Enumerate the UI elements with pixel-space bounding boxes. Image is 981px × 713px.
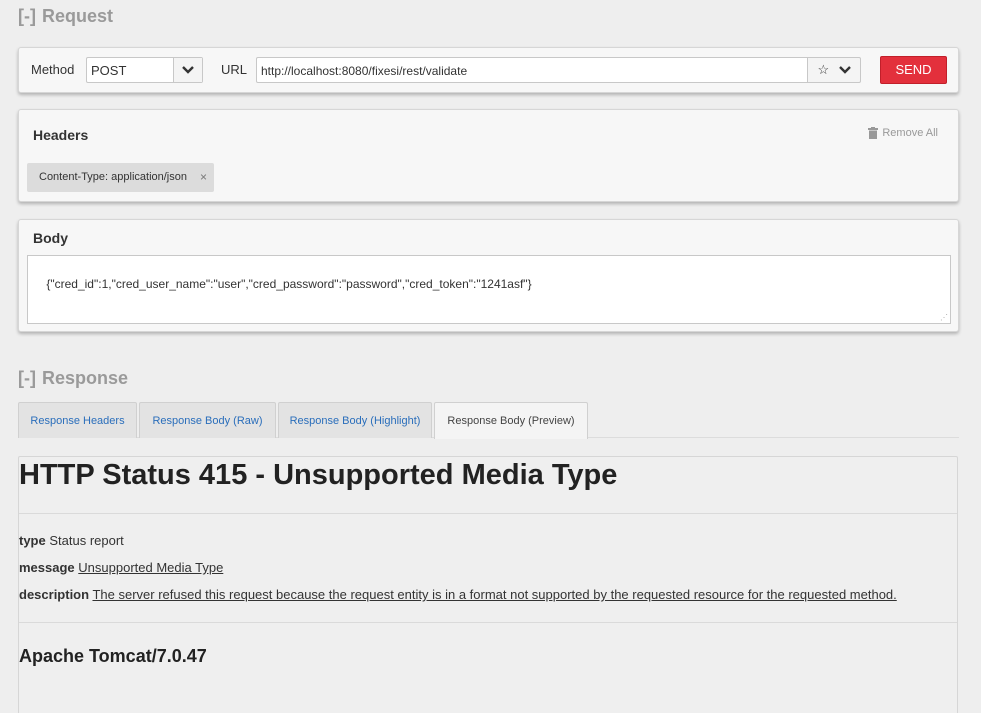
tab-response-body-preview[interactable]: Response Body (Preview)	[434, 402, 588, 439]
body-title: Body	[33, 230, 68, 246]
request-toggle[interactable]: [-]	[18, 6, 36, 26]
method-value: POST	[91, 63, 127, 78]
method-dropdown-button[interactable]	[173, 58, 202, 82]
description-label: description	[19, 587, 90, 602]
method-select[interactable]: POST	[86, 57, 203, 83]
description-value: The server refused this request because …	[92, 587, 897, 602]
method-label: Method	[31, 62, 75, 77]
message-value: Unsupported Media Type	[78, 560, 224, 575]
star-icon[interactable]: ☆	[817, 62, 829, 78]
body-textarea[interactable]: {"cred_id":1,"cred_user_name":"user","cr…	[27, 255, 951, 324]
tab-response-headers[interactable]: Response Headers	[18, 402, 137, 438]
type-value: Status report	[49, 533, 124, 548]
tab-response-body-raw[interactable]: Response Body (Raw)	[139, 402, 276, 438]
request-panel: Method POST URL http://localhost:8080/fi…	[18, 47, 959, 93]
remove-all-label: Remove All	[882, 127, 938, 139]
header-chip[interactable]: Content-Type: application/json ×	[27, 163, 214, 192]
chevron-down-icon[interactable]	[838, 66, 851, 74]
description-row: description The server refused this requ…	[19, 587, 897, 602]
send-button[interactable]: SEND	[880, 56, 947, 84]
resize-grip-icon[interactable]: ⋰	[940, 313, 948, 322]
type-label: type	[19, 533, 46, 548]
chevron-down-icon	[182, 66, 194, 74]
response-toggle[interactable]: [-]	[18, 368, 36, 388]
url-actions: ☆	[807, 57, 861, 83]
message-label: message	[19, 560, 75, 575]
response-tabs: Response Headers Response Body (Raw) Res…	[18, 402, 959, 439]
request-title-label: Request	[41, 6, 113, 26]
server-footer: Apache Tomcat/7.0.47	[19, 646, 207, 666]
body-content: {"cred_id":1,"cred_user_name":"user","cr…	[46, 277, 532, 291]
preview-heading: HTTP Status 415 - Unsupported Media Type	[19, 459, 618, 491]
header-chip-text: Content-Type: application/json	[39, 171, 187, 183]
url-input[interactable]: http://localhost:8080/fixesi/rest/valida…	[256, 57, 808, 83]
remove-all-button[interactable]: Remove All	[868, 127, 938, 139]
response-preview: HTTP Status 415 - Unsupported Media Type…	[18, 456, 958, 713]
response-section-title[interactable]: [-] Response	[18, 368, 128, 389]
close-icon[interactable]: ×	[200, 170, 207, 184]
tab-response-body-highlight[interactable]: Response Body (Highlight)	[278, 402, 432, 438]
headers-title: Headers	[33, 127, 89, 143]
type-row: type Status report	[19, 533, 124, 548]
body-panel: Body {"cred_id":1,"cred_user_name":"user…	[18, 219, 959, 332]
url-label: URL	[221, 62, 248, 77]
headers-panel: Headers Remove All Content-Type: applica…	[18, 109, 959, 202]
request-section-title[interactable]: [-] Request	[18, 6, 113, 27]
message-row: message Unsupported Media Type	[19, 560, 223, 575]
divider	[19, 513, 957, 514]
trash-icon	[868, 127, 879, 139]
divider	[19, 622, 957, 623]
response-title-label: Response	[41, 368, 129, 388]
